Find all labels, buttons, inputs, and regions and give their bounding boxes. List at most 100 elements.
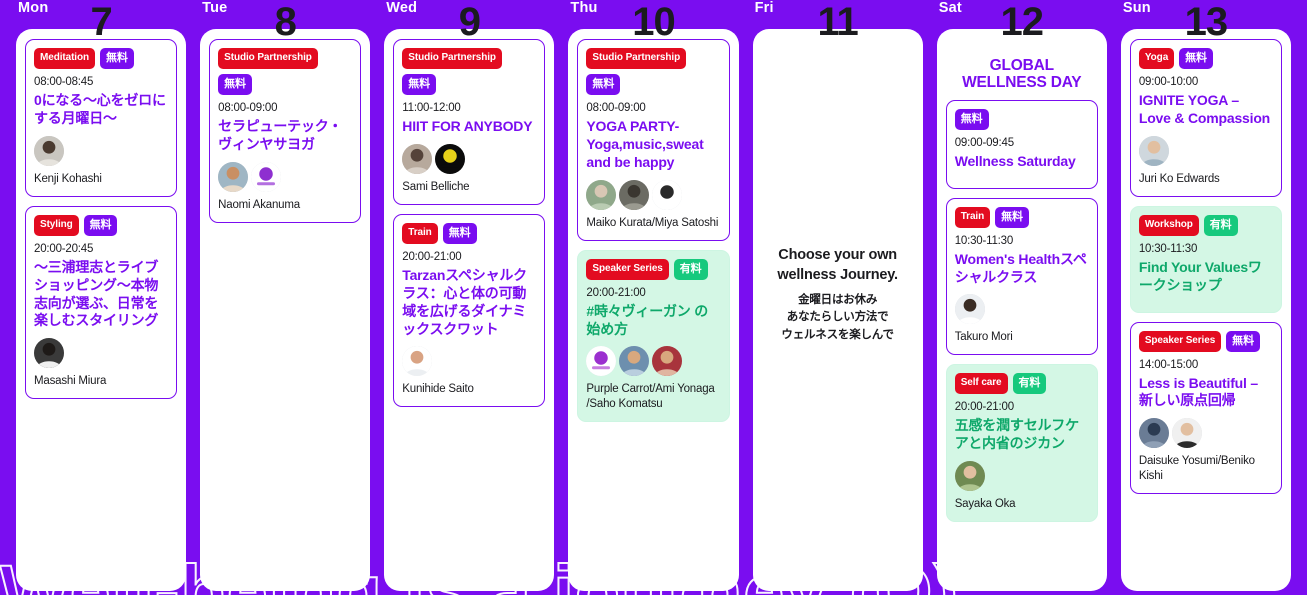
event-card[interactable]: Styling 無料 20:00-20:45 〜三浦理志とライブショッピング〜本物志向… bbox=[25, 205, 178, 400]
event-badges: Styling 無料 bbox=[34, 214, 168, 236]
event-card[interactable]: Yoga 無料 09:00-10:00 IGNITE YOGA – Love & Co… bbox=[1129, 39, 1282, 197]
category-badge: Studio Partnership bbox=[586, 48, 687, 69]
event-card[interactable]: Train 無料 10:30-11:30 Women's Healthスペシャルクラス… bbox=[945, 197, 1098, 356]
category-badge: Meditation bbox=[34, 48, 95, 69]
event-card[interactable]: Meditation 無料 08:00-08:45 0になる〜心をゼロにする月曜日〜 K… bbox=[25, 39, 178, 197]
event-time: 20:00-21:00 bbox=[954, 401, 1014, 414]
free-badge: 無料 bbox=[1179, 48, 1213, 69]
event-time: 08:00-08:45 bbox=[34, 76, 94, 88]
event-time: 20:00-20:45 bbox=[34, 242, 94, 255]
event-title[interactable]: 0になる〜心をゼロにする月曜日〜 bbox=[34, 92, 168, 128]
event-time: 11:00-12:00 bbox=[402, 102, 461, 114]
event-host-name: Kunihide Saito bbox=[402, 383, 474, 396]
day-card[interactable]: Choose your own wellness Journey. 金曜日はお休み… bbox=[752, 29, 923, 591]
masashi-miura-avatar bbox=[34, 338, 64, 369]
event-title[interactable]: Find Your Valuesワークショップ bbox=[1139, 259, 1273, 295]
event-badges: Train 無料 bbox=[954, 206, 1089, 228]
paid-badge: 有料 bbox=[1012, 373, 1047, 395]
takuro-mori-avatar bbox=[954, 294, 985, 325]
event-title[interactable]: 五感を潤すセルフケアと内省のジカン bbox=[955, 417, 1089, 453]
purple-carrot-logo bbox=[586, 346, 617, 377]
event-host-name: Sayaka Oka bbox=[954, 498, 1016, 511]
event-title[interactable]: Women's Healthスペシャルクラス bbox=[955, 251, 1089, 287]
sami-belliche-avatar bbox=[402, 143, 433, 174]
event-title[interactable]: #時々ヴィーガン の始め方 bbox=[586, 303, 720, 339]
event-badges: 無料 bbox=[954, 108, 1089, 130]
maiko-kurata-avatar bbox=[586, 179, 617, 210]
free-badge: 無料 bbox=[402, 74, 437, 95]
day-name-label: Tue bbox=[202, 0, 228, 16]
free-badge: 無料 bbox=[83, 214, 118, 236]
day-card[interactable]: Yoga 無料 09:00-10:00 IGNITE YOGA – Love & Co… bbox=[1120, 29, 1291, 591]
category-badge: Studio Partnership bbox=[402, 48, 502, 69]
event-avatars bbox=[402, 143, 536, 174]
day-card[interactable]: Studio Partnership 無料 08:00-09:00 YOGA PART… bbox=[568, 29, 739, 591]
event-title[interactable]: Tarzanスペシャルクラス：心と体の可動域を広げるダイナミックスクワット bbox=[402, 267, 536, 339]
event-time: 20:00-21:00 bbox=[402, 250, 462, 263]
event-card[interactable]: Speaker Series 無料 14:00-15:00 Less is Beaut… bbox=[1129, 321, 1282, 495]
event-card[interactable]: Self care 有料 20:00-21:00 五感を潤すセルフケアと内省のジカン S… bbox=[945, 364, 1098, 523]
day-column-body: 13 Yoga 無料 09:00-10:00 IGNITE YOGA – Love & … bbox=[1120, 2, 1291, 595]
day-column-tue: Tue 8 Studio Partnership 無料 08:00-09:00 セラピュー… bbox=[200, 0, 371, 595]
event-avatars bbox=[218, 161, 352, 192]
rest-day-subtitle: 金曜日はお休み あなたらしい方法で ウェルネスを楽しんで bbox=[781, 294, 894, 341]
day-column-wed: Wed 9 Studio Partnership 無料 11:00-12:00 HIIT … bbox=[384, 0, 555, 595]
day-banner-title: GLOBAL WELLNESS DAY bbox=[962, 57, 1082, 92]
day-column-body: 7 Meditation 無料 08:00-08:45 0になる〜心をゼロにする月曜日〜… bbox=[16, 2, 187, 595]
event-card[interactable]: Studio Partnership 無料 08:00-09:00 YOGA PART… bbox=[577, 39, 730, 241]
day-column-fri: Fri 11 Choose your own wellness Journey. 金曜… bbox=[752, 0, 923, 595]
event-card[interactable]: Workshop 有料 10:30-11:30 Find Your Valuesワーク… bbox=[1129, 205, 1282, 313]
day-header: Sat bbox=[937, 0, 1107, 29]
event-host-name: Naomi Akanuma bbox=[218, 198, 300, 211]
event-avatars bbox=[586, 179, 720, 210]
day-header: Mon bbox=[16, 0, 186, 29]
day-card[interactable]: GLOBAL WELLNESS DAY 無料 09:00-09:45 Wellness… bbox=[936, 29, 1107, 591]
free-badge: 無料 bbox=[1226, 330, 1260, 352]
day-column-body: 11 Choose your own wellness Journey. 金曜日はお… bbox=[752, 2, 923, 595]
event-title[interactable]: IGNITE YOGA – Love & Compassion bbox=[1139, 92, 1273, 128]
free-badge: 無料 bbox=[995, 206, 1029, 228]
day-column-body: 10 Studio Partnership 無料 08:00-09:00 YOGA PA… bbox=[568, 2, 739, 595]
rest-day-message: Choose your own wellness Journey. 金曜日はお休み… bbox=[762, 39, 914, 581]
day-column-sun: Sun 13 Yoga 無料 09:00-10:00 IGNITE YOGA – Love… bbox=[1120, 0, 1291, 595]
event-card[interactable]: Train 無料 20:00-21:00 Tarzanスペシャルクラス：心と体の可動域… bbox=[393, 213, 546, 408]
free-badge: 無料 bbox=[218, 74, 252, 95]
free-badge: 無料 bbox=[586, 74, 621, 95]
event-time: 10:30-11:30 bbox=[1138, 242, 1198, 255]
event-badges: Studio Partnership 無料 bbox=[586, 48, 720, 95]
event-title[interactable]: 〜三浦理志とライブショッピング〜本物志向が選ぶ、日常を楽しむスタイリング bbox=[34, 259, 168, 331]
day-card[interactable]: Meditation 無料 08:00-08:45 0になる〜心をゼロにする月曜日〜 K… bbox=[16, 29, 187, 591]
event-host-name: Maiko Kurata/Miya Satoshi bbox=[586, 216, 719, 229]
event-card[interactable]: 無料 09:00-09:45 Wellness Saturday bbox=[945, 99, 1098, 189]
event-time: 14:00-15:00 bbox=[1138, 358, 1199, 371]
day-card[interactable]: Studio Partnership 無料 11:00-12:00 HIIT FOR … bbox=[384, 29, 555, 591]
rest-day-title: Choose your own wellness Journey. bbox=[777, 247, 898, 283]
event-title[interactable]: HIIT FOR ANYBODY bbox=[402, 118, 536, 136]
event-title[interactable]: Wellness Saturday bbox=[955, 153, 1089, 171]
event-title[interactable]: YOGA PARTY-Yoga,music,sweat and be happy bbox=[586, 118, 720, 172]
day-name-label: Thu bbox=[570, 0, 598, 16]
event-avatars bbox=[402, 346, 536, 377]
category-badge: Speaker Series bbox=[586, 258, 669, 280]
day-card[interactable]: Studio Partnership 無料 08:00-09:00 セラピューテック・… bbox=[200, 29, 371, 591]
event-card[interactable]: Studio Partnership 無料 08:00-09:00 セラピューテック・… bbox=[209, 39, 362, 223]
event-avatars bbox=[1138, 418, 1273, 449]
event-title[interactable]: セラピューテック・ヴィンヤサヨガ bbox=[218, 118, 352, 154]
category-badge: Studio Partnership bbox=[218, 48, 318, 69]
paid-badge: 有料 bbox=[673, 258, 708, 280]
event-title[interactable]: Less is Beautiful – 新しい原点回帰 bbox=[1139, 375, 1273, 411]
event-avatars bbox=[1138, 135, 1273, 166]
category-badge: Train bbox=[402, 222, 438, 244]
event-card[interactable]: Studio Partnership 無料 11:00-12:00 HIIT FOR … bbox=[393, 39, 546, 205]
category-badge: Self care bbox=[954, 373, 1008, 395]
category-badge: Yoga bbox=[1138, 48, 1175, 69]
category-badge: Styling bbox=[34, 214, 79, 236]
event-badges: Speaker Series 無料 bbox=[1138, 330, 1273, 352]
saho-komatsu-avatar bbox=[652, 346, 683, 377]
event-badges: Workshop 有料 bbox=[1138, 214, 1273, 236]
event-host-name: Takuro Mori bbox=[954, 331, 1013, 344]
event-avatars bbox=[34, 135, 168, 166]
event-card[interactable]: Speaker Series 有料 20:00-21:00 #時々ヴィーガン の始め方… bbox=[577, 249, 730, 423]
day-name-label: Mon bbox=[18, 0, 49, 16]
paid-badge: 有料 bbox=[1203, 214, 1238, 236]
